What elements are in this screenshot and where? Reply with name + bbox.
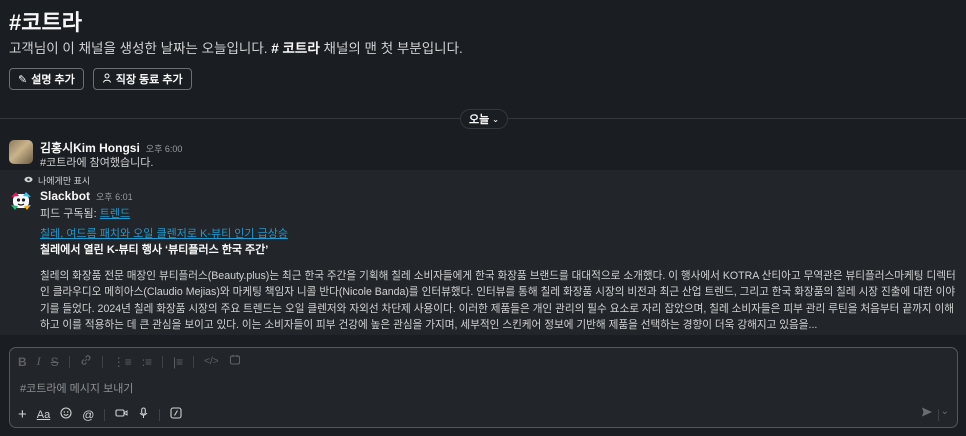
message-text: #코트라에 참여했습니다.: [40, 157, 154, 169]
day-divider-label: 오늘: [469, 114, 490, 126]
toolbar-divider: [159, 408, 161, 421]
avatar[interactable]: [9, 140, 33, 164]
feed-prefix: 피드 구독됨:: [40, 208, 100, 220]
shortcuts-icon[interactable]: [170, 407, 182, 422]
strikethrough-icon[interactable]: S: [51, 355, 59, 369]
toolbar-divider: [193, 355, 195, 368]
composer-actions: + Aa @: [18, 406, 182, 423]
add-coworkers-button[interactable]: 직장 동료 추가: [92, 68, 192, 90]
formatting-toggle[interactable]: Aa: [37, 409, 50, 421]
visibility-label: 나에게만 표시: [38, 176, 91, 186]
feed-link[interactable]: 트렌드: [100, 208, 130, 220]
chevron-down-icon: ⌄: [940, 406, 949, 417]
toolbar-divider: [104, 408, 106, 421]
emoji-icon[interactable]: [60, 407, 72, 422]
intro-channel-name: # 코트라: [271, 41, 320, 56]
person-icon: [102, 73, 112, 86]
message-composer: B I S ⋮≡ :≡ |≡ </> #코트라에 메시지 보내기 + Aa @: [9, 347, 958, 428]
mention-icon[interactable]: @: [82, 408, 94, 422]
article-body: 칠레의 화장품 전문 매장인 뷰티플러스(Beauty.plus)는 최근 한국…: [40, 270, 956, 331]
day-divider-button[interactable]: 오늘 ⌄: [460, 109, 508, 129]
add-description-button[interactable]: ✎ 설명 추가: [9, 68, 84, 90]
code-block-icon[interactable]: [229, 354, 241, 369]
toolbar-divider: [101, 355, 103, 368]
slackbot-avatar[interactable]: [9, 189, 33, 213]
add-coworkers-label: 직장 동료 추가: [115, 74, 183, 86]
toolbar-divider: [938, 409, 939, 421]
message-time[interactable]: 오후 6:01: [96, 190, 133, 203]
article-link-text[interactable]: 칠레, 여드름 패치와 오일 클렌저로 K-뷰티 인기 급상승: [40, 228, 288, 240]
microphone-icon[interactable]: [138, 407, 149, 422]
feed-subscription: 피드 구독됨: 트렌드: [40, 205, 130, 221]
message-input[interactable]: #코트라에 메시지 보내기: [20, 380, 133, 396]
article-link[interactable]: 칠레, 여드름 패치와 오일 클렌저로 K-뷰티 인기 급상승: [40, 225, 288, 241]
code-icon[interactable]: </>: [204, 356, 218, 367]
ordered-list-icon[interactable]: ⋮≡: [113, 355, 132, 369]
plus-icon[interactable]: +: [18, 406, 27, 423]
schedule-send-button[interactable]: ⌄: [941, 406, 949, 417]
message-author[interactable]: Slackbot: [40, 189, 90, 203]
intro-suffix: 채널의 맨 첫 부분입니다.: [319, 41, 463, 56]
article-title: 칠레에서 열린 K-뷰티 행사 ‘뷰티플러스 한국 주간’: [40, 244, 269, 256]
intro-prefix: 고객님이 이 채널을 생성한 날짜는 오늘입니다.: [9, 41, 272, 56]
blockquote-icon[interactable]: |≡: [173, 355, 183, 369]
toolbar-divider: [162, 355, 164, 368]
send-button[interactable]: [921, 406, 933, 421]
pencil-icon: ✎: [18, 73, 28, 86]
send-icon: [921, 407, 933, 421]
only-visible-to-you: 나에게만 표시: [24, 174, 90, 187]
link-icon[interactable]: [80, 354, 92, 369]
channel-title: #코트라: [9, 10, 82, 35]
add-description-label: 설명 추가: [31, 74, 75, 86]
toolbar-divider: [68, 355, 70, 368]
channel-intro-text: 고객님이 이 채널을 생성한 날짜는 오늘입니다. # 코트라 채널의 맨 첫 …: [9, 40, 463, 58]
chevron-down-icon: ⌄: [492, 114, 499, 124]
italic-icon[interactable]: I: [37, 354, 41, 369]
bulleted-list-icon[interactable]: :≡: [142, 355, 152, 369]
video-icon[interactable]: [115, 407, 128, 422]
formatting-toolbar: B I S ⋮≡ :≡ |≡ </>: [18, 354, 241, 369]
eye-icon: [24, 175, 33, 186]
bold-icon[interactable]: B: [18, 355, 27, 369]
